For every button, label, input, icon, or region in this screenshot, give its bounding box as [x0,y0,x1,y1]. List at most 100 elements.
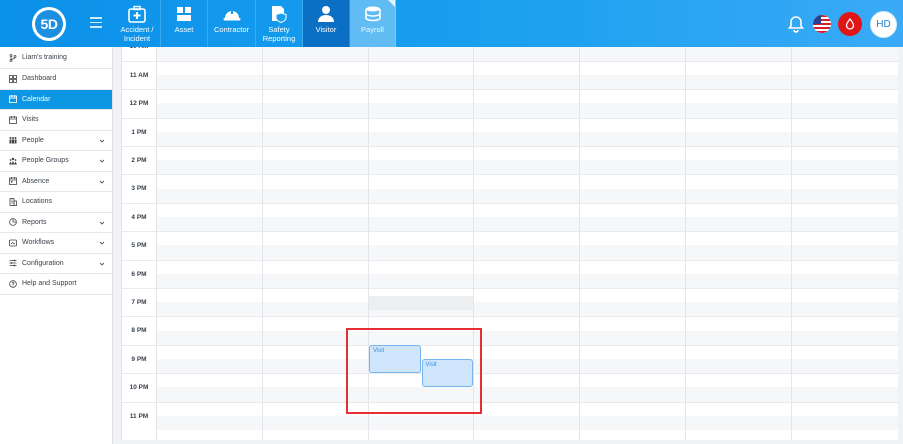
sidebar-item-help-and-support[interactable]: Help and Support [0,274,112,295]
time-label: 11 PM [129,412,149,420]
hour-divider [122,344,898,346]
hour-row[interactable] [122,174,898,203]
sidebar-item-reports[interactable]: Reports [0,213,112,233]
sidebar-item-visits[interactable]: Visits [0,110,112,131]
chevron-down-icon [99,158,105,164]
half-hour-slot[interactable] [156,74,898,90]
half-hour-slot[interactable] [156,358,898,374]
drop-alert-button[interactable] [838,12,862,36]
sidebar-item-people[interactable]: People [0,131,112,151]
sliders-icon [9,259,17,267]
module-label: Accident / Incident [120,25,154,43]
sidebar-item-calendar[interactable]: Calendar [0,89,112,110]
day-column-divider [156,47,157,440]
half-hour-slot[interactable] [156,103,898,118]
past-time-slot [368,296,473,310]
module-asset[interactable]: Asset [161,0,208,47]
half-hour-slot[interactable] [156,245,898,260]
first-aid-icon [128,5,146,23]
absence-calendar-icon [9,177,17,186]
calendar-check-icon [9,115,17,124]
module-nav: Accident / Incident Asset Contractor Saf… [114,0,396,47]
sidebar-item-label: Locations [22,198,52,206]
user-avatar[interactable]: HD [870,10,897,38]
half-hour-slot[interactable] [156,47,898,61]
module-label: Safety Reporting [262,25,296,43]
sidebar-item-locations[interactable]: Locations [0,192,112,213]
hour-row[interactable] [122,231,898,260]
bell-icon[interactable] [787,15,805,33]
time-label: 9 PM [131,355,147,363]
app-logo[interactable]: 5D [32,7,66,41]
half-hour-slot[interactable] [156,415,898,430]
hour-divider [122,89,898,91]
sidebar-item-label: Reports [22,218,47,226]
hour-row[interactable] [122,60,898,90]
module-accident-incident[interactable]: Accident / Incident [114,0,161,47]
module-label: Contractor [213,25,249,34]
people-icon [9,136,17,144]
time-label: 11 AM [129,71,149,79]
us-flag-icon[interactable] [813,15,831,33]
workflow-icon [9,239,17,247]
highlight-box [346,328,482,414]
people-group-icon [9,157,17,165]
question-icon [9,279,17,288]
module-visitor[interactable]: Visitor [303,0,350,47]
half-hour-slot[interactable] [156,188,898,203]
hour-row[interactable] [122,373,898,402]
hour-row[interactable] [122,146,898,175]
time-label: 8 PM [131,327,147,335]
boxes-icon [177,7,191,21]
top-bar: 5D Accident / Incident Asset Contractor … [0,0,903,47]
day-column-divider [791,47,792,440]
hour-row[interactable] [122,89,898,118]
sidebar-item-label: Dashboard [22,75,57,83]
module-safety-reporting[interactable]: Safety Reporting [256,0,303,47]
half-hour-slot[interactable] [156,387,898,402]
branch-icon [9,53,17,62]
hour-row[interactable] [122,344,898,374]
time-label: 10 PM [129,384,149,392]
half-hour-slot[interactable] [156,273,898,288]
sidebar-item-absence[interactable]: Absence [0,172,112,192]
sidebar-item-people-groups[interactable]: People Groups [0,151,112,172]
hour-row[interactable] [122,202,898,232]
hour-row[interactable] [122,47,898,61]
sidebar-item-label: Visits [22,116,39,124]
hour-row[interactable] [122,117,898,146]
chevron-down-icon [99,261,105,267]
hour-divider [122,316,898,318]
hour-row[interactable] [122,316,898,345]
hour-row[interactable] [122,259,898,288]
sidebar-item-workspace[interactable]: Liam's training [0,47,112,69]
module-contractor[interactable]: Contractor [208,0,256,47]
hour-divider [122,401,898,403]
sidebar-item-dashboard[interactable]: Dashboard [0,69,112,90]
day-column-divider [685,47,686,440]
half-hour-slot[interactable] [156,330,898,345]
sidebar: Liam's training Dashboard Calendar Visit… [0,47,113,444]
hour-divider [122,231,898,233]
water-drop-icon [845,18,855,30]
time-label: 5 PM [131,242,147,250]
hour-divider [122,146,898,147]
hour-row[interactable] [122,401,898,430]
sidebar-item-label: Liam's training [22,54,67,61]
hamburger-menu-icon[interactable] [90,17,102,29]
sidebar-item-configuration[interactable]: Configuration [0,254,112,274]
coins-icon [364,6,381,22]
hour-row[interactable] [122,288,898,317]
half-hour-slot[interactable] [156,302,898,317]
module-label: Payroll [361,25,384,34]
sidebar-item-workflows[interactable]: Workflows [0,233,112,254]
half-hour-slot[interactable] [156,160,898,175]
chevron-down-icon [99,138,105,144]
half-hour-slot[interactable] [156,131,898,146]
module-payroll[interactable]: Payroll [350,0,396,47]
sidebar-item-label: Calendar [22,95,51,103]
document-shield-icon [272,6,287,23]
hour-divider [122,288,898,289]
half-hour-slot[interactable] [156,216,898,232]
time-label: 12 PM [129,100,149,108]
